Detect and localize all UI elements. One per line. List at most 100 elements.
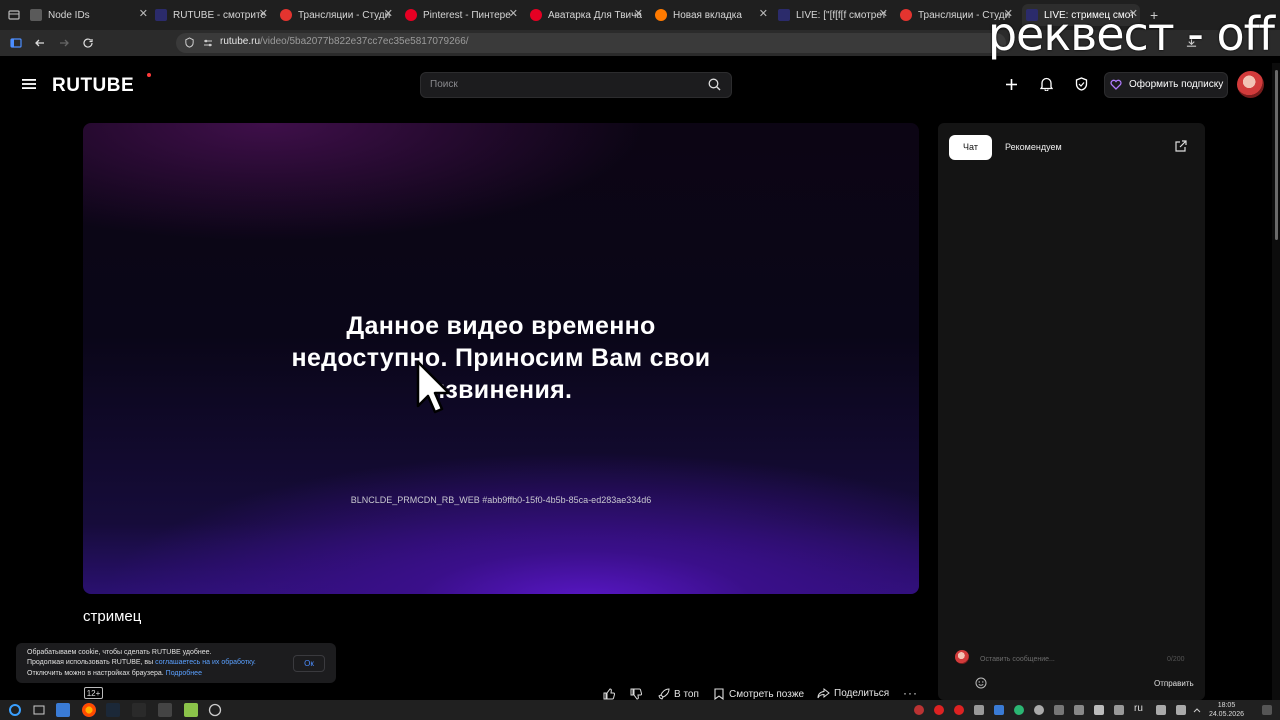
- notification-icon[interactable]: [1262, 705, 1272, 715]
- tab-close-icon[interactable]: ✕: [259, 7, 268, 20]
- tab-close-icon[interactable]: ✕: [509, 7, 518, 20]
- site-info-icon[interactable]: [184, 37, 195, 48]
- task-view-icon[interactable]: [32, 703, 46, 717]
- browser-tab[interactable]: Трансляции - Студи ✕: [280, 4, 395, 26]
- browser-tab[interactable]: Node IDs ✕: [30, 4, 150, 26]
- dislike-icon[interactable]: [630, 688, 642, 700]
- firefox-favicon-icon: [655, 9, 667, 21]
- menu-icon[interactable]: [22, 78, 36, 90]
- tray-record-icon[interactable]: [954, 705, 964, 715]
- popout-icon[interactable]: [1174, 140, 1187, 153]
- tab-close-icon[interactable]: ✕: [139, 7, 148, 20]
- volume-icon[interactable]: [1094, 705, 1104, 715]
- app-icon[interactable]: [132, 703, 146, 717]
- player-error-message: Данное видео временно недоступно. Принос…: [83, 310, 919, 406]
- obs-icon[interactable]: [208, 703, 222, 717]
- tab-chat[interactable]: Чат: [949, 135, 992, 160]
- chat-char-counter: 0/200: [1167, 656, 1185, 663]
- tab-favicon-icon: [30, 9, 42, 21]
- logo-dot: [147, 73, 151, 77]
- shield-icon[interactable]: [1075, 77, 1088, 91]
- bell-icon[interactable]: [1040, 77, 1053, 91]
- tray-icon[interactable]: [1156, 705, 1166, 715]
- tab-close-icon[interactable]: ✕: [879, 7, 888, 20]
- tray-icon[interactable]: [994, 705, 1004, 715]
- tab-close-icon[interactable]: ✕: [384, 7, 393, 20]
- scrollbar-thumb[interactable]: [1275, 70, 1278, 240]
- language-indicator[interactable]: ru: [1134, 703, 1143, 714]
- windows-start-icon[interactable]: [8, 703, 22, 717]
- search-placeholder: Поиск: [430, 79, 458, 90]
- video-title: стримец: [83, 608, 142, 625]
- forward-icon[interactable]: [58, 37, 70, 49]
- tray-icon[interactable]: [1014, 705, 1024, 715]
- tab-close-icon[interactable]: ✕: [634, 7, 643, 20]
- search-input[interactable]: [420, 72, 732, 98]
- tray-icon[interactable]: [1176, 705, 1186, 715]
- watch-later-button[interactable]: Смотреть позже: [714, 688, 804, 700]
- avatar[interactable]: [1237, 71, 1264, 98]
- tray-chevron-icon[interactable]: [1192, 705, 1202, 715]
- steam-icon[interactable]: [106, 703, 120, 717]
- tray-icon[interactable]: [1034, 705, 1044, 715]
- url-text: rutube.ru/video/5ba2077b822e37cc7ec35e58…: [220, 36, 469, 47]
- tab-search-icon[interactable]: [8, 9, 20, 21]
- sidebar-toggle-icon[interactable]: [10, 37, 22, 49]
- chat-send-button[interactable]: Отправить: [1154, 679, 1194, 688]
- tray-icon[interactable]: [974, 705, 984, 715]
- rocket-icon: [658, 688, 670, 700]
- tray-icon[interactable]: [914, 705, 924, 715]
- cookie-text-line2: Продолжая использовать RUTUBE, вы соглаш…: [27, 659, 256, 666]
- rutube-logo[interactable]: RUTUBE: [52, 75, 134, 97]
- cookie-consent-link[interactable]: соглашаетесь на их обработку.: [155, 659, 256, 666]
- taskbar-clock[interactable]: 18:05 24.05.2026: [1209, 701, 1244, 719]
- tab-title: LIVE: ["[f[f[f смотрет: [796, 9, 887, 21]
- cookie-more-link[interactable]: Подробнее: [166, 670, 202, 677]
- chat-message-input[interactable]: Оставить сообщение...: [980, 656, 1055, 663]
- youtube-studio-favicon-icon: [280, 9, 292, 21]
- subscribe-label: Оформить подписку: [1129, 79, 1224, 90]
- tab-title: Аватарка Для Твича: [548, 9, 642, 21]
- heart-icon: [1110, 79, 1122, 90]
- cookie-text-prefix: Отключить можно в настройках браузера.: [27, 670, 164, 677]
- search-icon[interactable]: [708, 78, 721, 91]
- tab-close-icon[interactable]: ✕: [759, 7, 768, 20]
- share-label: Поделиться: [834, 688, 890, 699]
- pinterest-favicon-icon: [530, 9, 542, 21]
- to-top-button[interactable]: В топ: [658, 688, 699, 700]
- like-icon[interactable]: [603, 688, 615, 700]
- emoji-icon[interactable]: [975, 677, 987, 689]
- watermark-text: реквест - off: [987, 7, 1275, 61]
- age-rating-badge: 12+: [84, 687, 103, 699]
- url-path: /video/5ba2077b822e37cc7ec35e5817079266/: [260, 36, 469, 47]
- back-icon[interactable]: [34, 37, 46, 49]
- tab-recommended[interactable]: Рекомендуем: [1005, 142, 1062, 152]
- rutube-favicon-icon: [155, 9, 167, 21]
- browser-tab[interactable]: LIVE: ["[f[f[f смотрет ✕: [778, 4, 890, 26]
- player-error-text: Данное видео временно недоступно. Принос…: [291, 312, 711, 404]
- clock-time: 18:05: [1217, 702, 1236, 709]
- network-icon[interactable]: [1074, 705, 1084, 715]
- browser-tab[interactable]: Pinterest - Пинтере ✕: [405, 4, 520, 26]
- tray-icon[interactable]: [1054, 705, 1064, 715]
- file-explorer-icon[interactable]: [56, 703, 70, 717]
- tray-icon[interactable]: [1114, 705, 1124, 715]
- add-icon[interactable]: [1005, 78, 1018, 91]
- tab-title: Node IDs: [48, 9, 90, 21]
- firefox-icon[interactable]: [82, 703, 96, 717]
- cookie-text-prefix: Продолжая использовать RUTUBE, вы: [27, 659, 154, 666]
- watch-later-label: Смотреть позже: [729, 688, 805, 700]
- more-options-icon[interactable]: ···: [903, 686, 918, 700]
- tab-title: Трансляции - Студи: [298, 9, 391, 21]
- app-icon[interactable]: [158, 703, 172, 717]
- page-settings-icon[interactable]: [203, 38, 213, 48]
- reload-icon[interactable]: [82, 37, 94, 49]
- cookie-ok-button[interactable]: Ок: [293, 655, 325, 672]
- browser-tab[interactable]: RUTUBE - смотрите ✕: [155, 4, 270, 26]
- tray-record-icon[interactable]: [934, 705, 944, 715]
- browser-tab[interactable]: Новая вкладка ✕: [655, 4, 770, 26]
- share-button[interactable]: Поделиться: [817, 688, 889, 699]
- browser-tab[interactable]: Аватарка Для Твича ✕: [530, 4, 645, 26]
- app-icon[interactable]: [184, 703, 198, 717]
- rutube-favicon-icon: [778, 9, 790, 21]
